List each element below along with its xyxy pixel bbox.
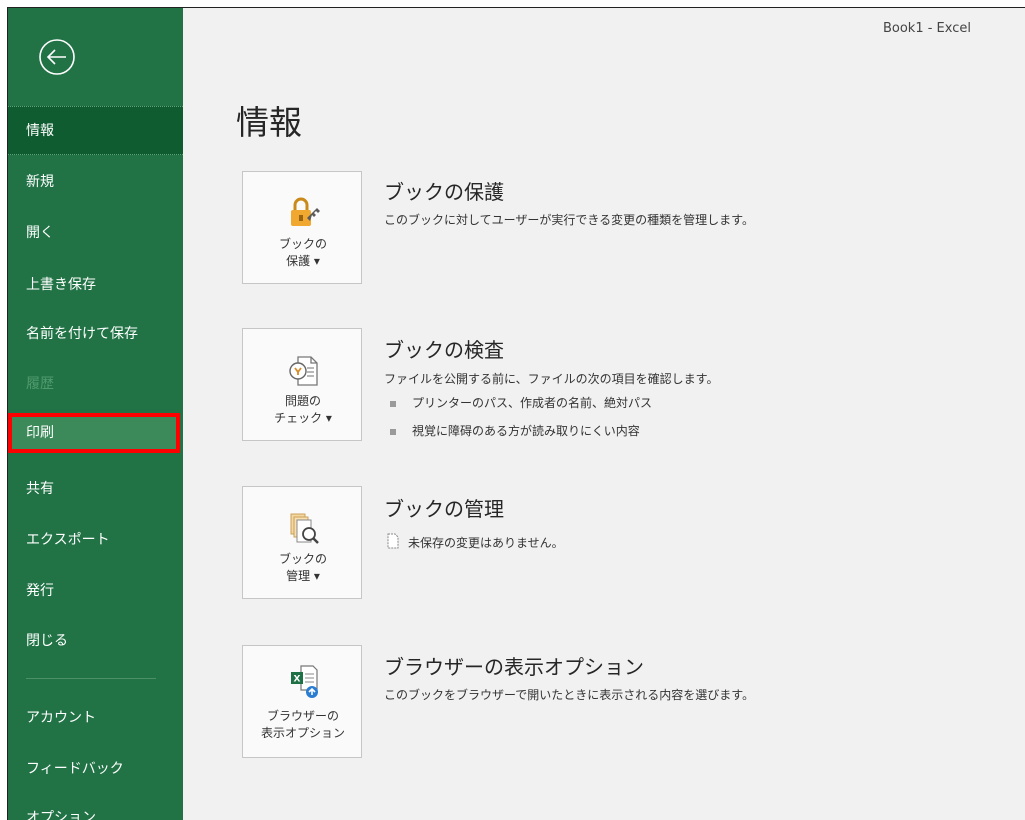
inspect-document-icon <box>289 356 318 386</box>
browser-view-options-button[interactable]: X ブラウザーの 表示オプション <box>242 645 362 758</box>
inspect-bullet: 視覚に障碍のある方が読み取りにくい内容 <box>390 422 640 439</box>
section-title-manage: ブックの管理 <box>384 497 504 521</box>
sidebar-item-publish[interactable]: 発行 <box>8 567 183 616</box>
document-icon <box>387 533 399 549</box>
svg-text:X: X <box>294 675 301 685</box>
section-desc-protect: このブックに対してユーザーが実行できる変更の種類を管理します。 <box>384 213 754 227</box>
inspect-bullet: プリンターのパス、作成者の名前、絶対パス <box>390 394 652 411</box>
backstage-sidebar: 情報 新規 開く 上書き保存 名前を付けて保存 履歴 印刷 共有 エクスポート … <box>8 8 183 820</box>
button-label-line2: 表示オプション <box>260 726 345 740</box>
manage-workbook-button[interactable]: ブックの 管理 ▾ <box>242 486 362 599</box>
excel-browser-icon: X <box>291 665 318 698</box>
sidebar-item-label: 名前を付けて保存 <box>26 326 138 342</box>
sidebar-item-save-as[interactable]: 名前を付けて保存 <box>8 310 183 359</box>
button-label-line1: ブックの <box>278 552 327 566</box>
bullet-square-icon <box>390 400 396 407</box>
sidebar-item-feedback[interactable]: フィードバック <box>8 745 183 794</box>
sidebar-item-options[interactable]: オプション <box>8 794 183 820</box>
button-label-line1: 問題の <box>284 394 321 408</box>
check-for-issues-button[interactable]: 問題の チェック ▾ <box>242 328 362 441</box>
page-title: 情報 <box>236 103 302 142</box>
sidebar-item-label: 印刷 <box>26 425 54 441</box>
button-label-line1: ブラウザーの <box>266 709 339 723</box>
lock-key-icon <box>291 197 320 226</box>
section-desc-manage: 未保存の変更はありません。 <box>408 536 564 550</box>
section-title-inspect: ブックの検査 <box>384 338 504 362</box>
sidebar-item-label: 情報 <box>26 123 54 139</box>
section-desc-inspect: ファイルを公開する前に、ファイルの次の項目を確認します。 <box>384 372 719 386</box>
sidebar-item-label: 発行 <box>26 583 54 599</box>
button-label-line2: 保護 ▾ <box>286 254 320 268</box>
sidebar-item-label: アカウント <box>26 710 96 726</box>
sidebar-item-print[interactable]: 印刷 <box>8 413 180 453</box>
sidebar-item-label: 新規 <box>26 174 54 190</box>
button-label-line2: チェック ▾ <box>274 411 332 425</box>
sidebar-item-close[interactable]: 閉じる <box>8 617 183 666</box>
sidebar-item-label: 共有 <box>26 481 54 497</box>
sidebar-item-export[interactable]: エクスポート <box>8 516 183 565</box>
sidebar-item-history: 履歴 <box>8 360 183 409</box>
protect-workbook-button[interactable]: ブックの 保護 ▾ <box>242 171 362 284</box>
sidebar-item-account[interactable]: アカウント <box>8 694 183 743</box>
sidebar-item-label: 上書き保存 <box>26 277 96 293</box>
sidebar-item-label: 開く <box>26 225 54 241</box>
section-title-browser-options: ブラウザーの表示オプション <box>384 655 644 679</box>
sidebar-item-label: フィードバック <box>26 761 124 777</box>
back-button[interactable] <box>37 37 77 77</box>
sidebar-divider <box>26 678 156 679</box>
button-label-line1: ブックの <box>278 237 327 251</box>
sidebar-item-label: エクスポート <box>26 532 110 548</box>
sidebar-item-info[interactable]: 情報 <box>8 106 183 155</box>
sidebar-item-save[interactable]: 上書き保存 <box>8 261 183 310</box>
bullet-square-icon <box>390 428 396 435</box>
sidebar-item-share[interactable]: 共有 <box>8 465 183 514</box>
window-title: Book1 - Excel <box>882 21 971 36</box>
section-desc-browser-options: このブックをブラウザーで開いたときに表示される内容を選びます。 <box>384 688 755 702</box>
sidebar-item-label: 履歴 <box>26 376 54 392</box>
sidebar-item-new[interactable]: 新規 <box>8 158 183 207</box>
manage-versions-icon <box>290 513 319 544</box>
sidebar-item-label: 閉じる <box>26 633 68 649</box>
button-label-line2: 管理 ▾ <box>286 569 320 583</box>
backstage-window: 情報 新規 開く 上書き保存 名前を付けて保存 履歴 印刷 共有 エクスポート … <box>7 7 1025 820</box>
section-title-protect: ブックの保護 <box>384 180 504 204</box>
sidebar-item-open[interactable]: 開く <box>8 209 183 258</box>
back-arrow-icon <box>39 39 75 75</box>
